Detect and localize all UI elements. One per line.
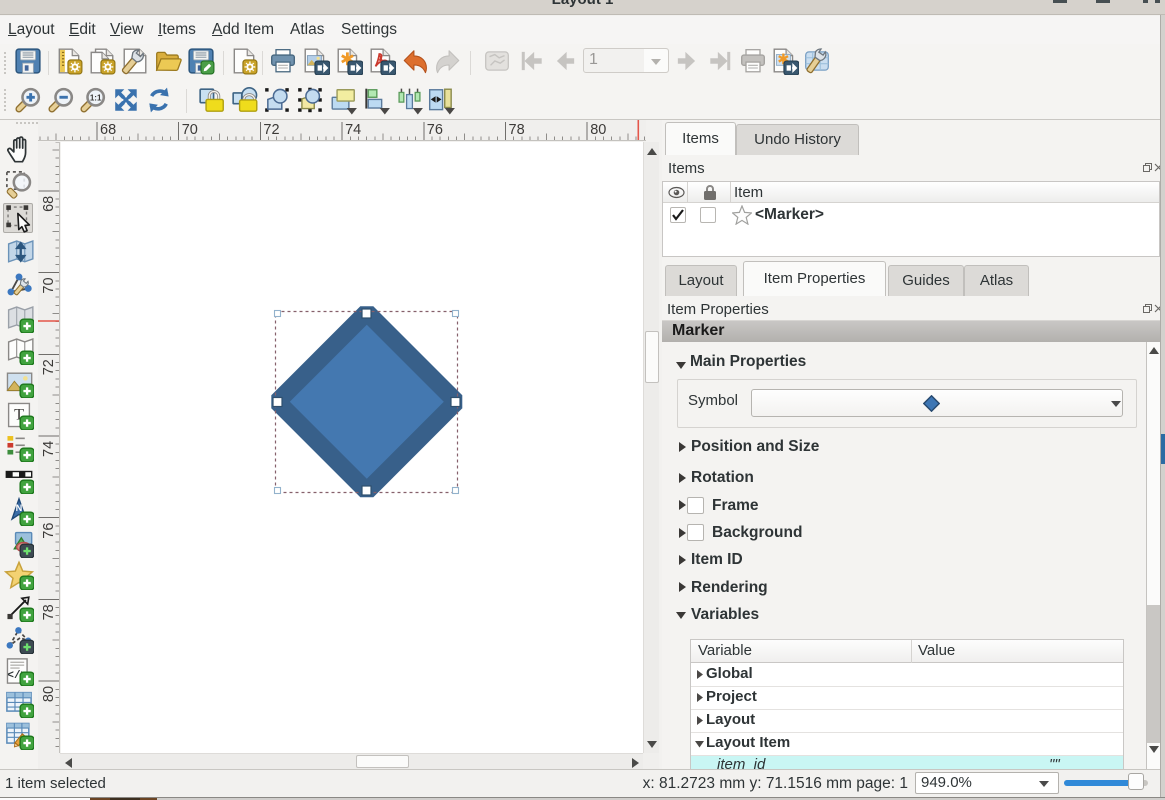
svg-text:70: 70 bbox=[182, 122, 198, 138]
svg-text:80: 80 bbox=[41, 686, 57, 702]
svg-text:72: 72 bbox=[41, 359, 57, 375]
svg-text:78: 78 bbox=[41, 604, 57, 620]
svg-text:80: 80 bbox=[590, 122, 606, 138]
svg-text:70: 70 bbox=[41, 277, 57, 293]
svg-text:74: 74 bbox=[345, 122, 361, 138]
svg-text:78: 78 bbox=[509, 122, 525, 138]
svg-text:68: 68 bbox=[41, 196, 57, 212]
svg-text:76: 76 bbox=[41, 523, 57, 539]
svg-text:1:1: 1:1 bbox=[90, 93, 102, 102]
svg-text:72: 72 bbox=[263, 122, 279, 138]
svg-text:74: 74 bbox=[41, 441, 57, 457]
svg-text:68: 68 bbox=[100, 122, 116, 138]
svg-text:N: N bbox=[16, 503, 23, 513]
svg-text:76: 76 bbox=[427, 122, 443, 138]
